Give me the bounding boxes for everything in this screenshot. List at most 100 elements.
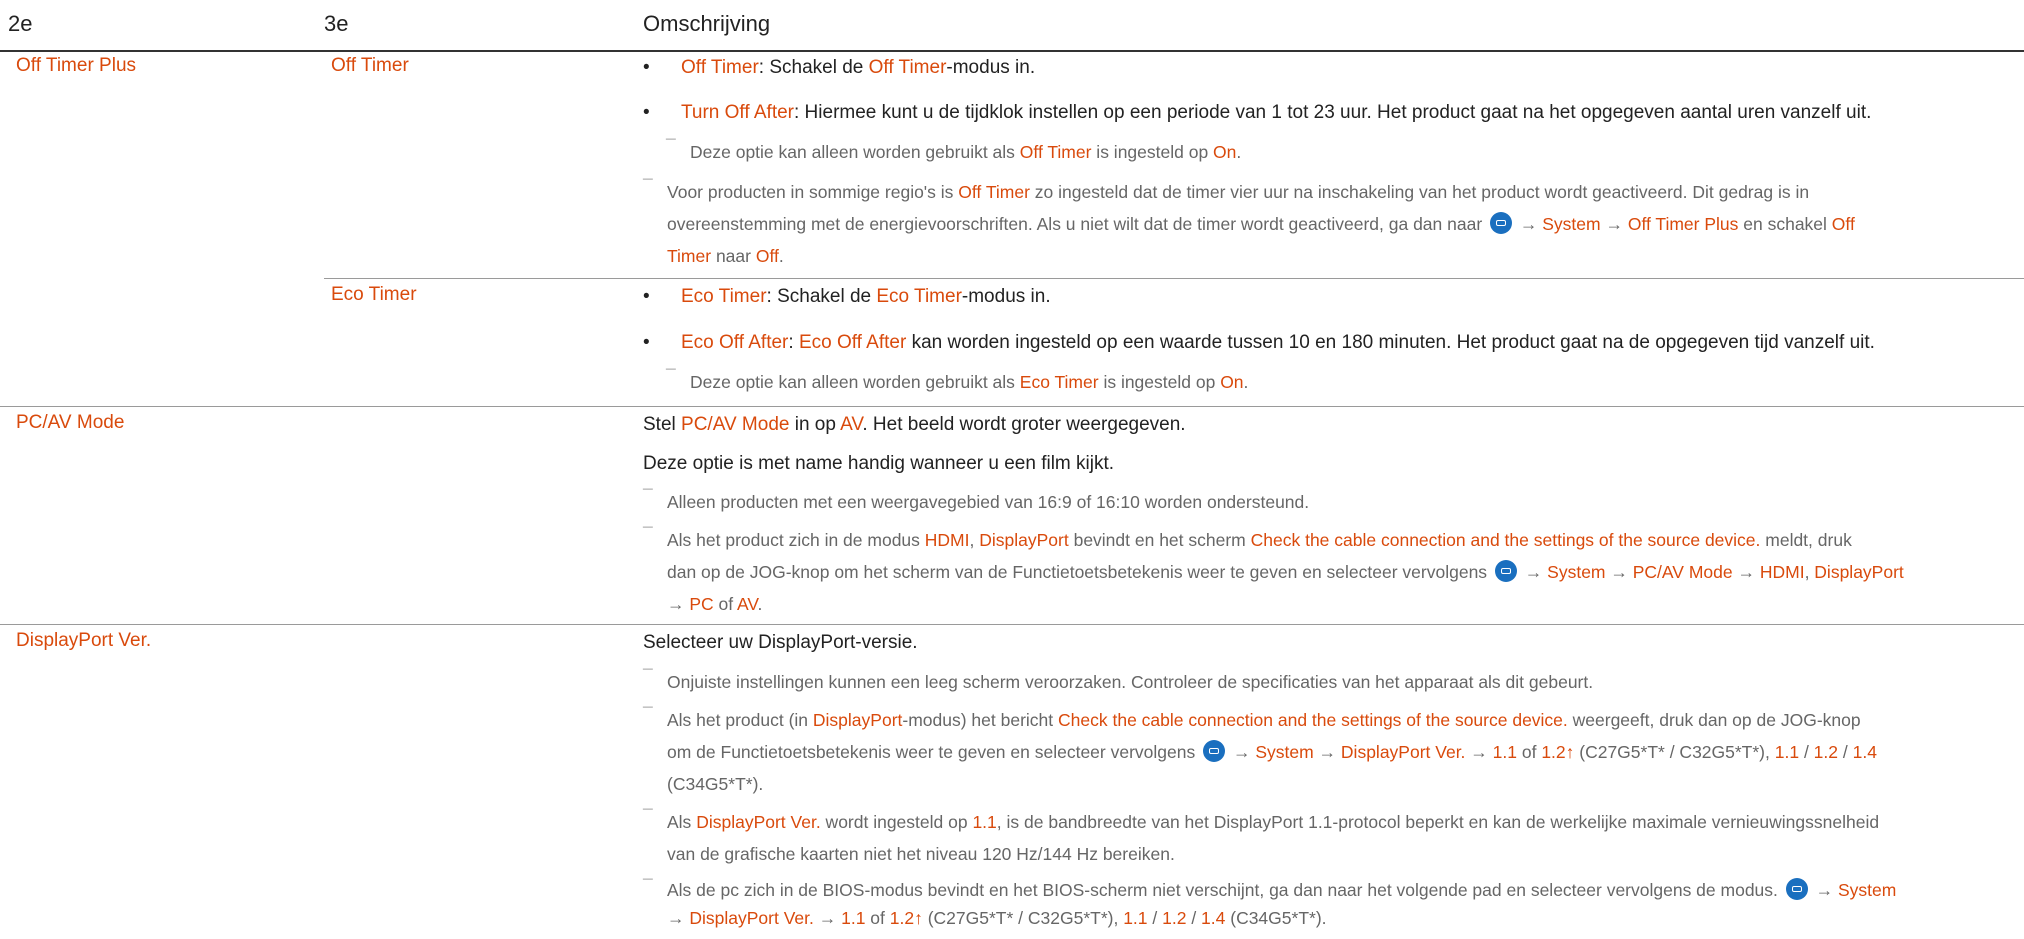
label-displayport-ver: DisplayPort Ver. <box>16 630 152 651</box>
term: DisplayPort <box>979 530 1069 550</box>
text: overeenstemming met de energievoorschrif… <box>667 214 1488 234</box>
text: : Schakel de <box>766 286 877 307</box>
note-dash-icon: ¯ <box>666 136 676 156</box>
term: AV <box>737 594 758 614</box>
arrow: → <box>1515 214 1543 234</box>
term: Off <box>755 246 779 266</box>
text: is ingesteld op <box>1098 372 1221 392</box>
text: wordt ingesteld op <box>820 812 973 832</box>
term: 1.2↑ <box>889 908 923 928</box>
text: naar <box>711 246 756 266</box>
table-header: 2e 3e Omschrijving <box>0 0 2024 52</box>
term: Check the cable connection and the setti… <box>1058 710 1568 730</box>
arrow: → <box>1732 562 1760 582</box>
bullet-dot: • <box>643 286 650 307</box>
text: Deze optie kan alleen worden gebruikt al… <box>690 372 1020 392</box>
text: . <box>1236 142 1242 162</box>
note-dash-icon: ¯ <box>643 806 653 826</box>
note-dash-icon: ¯ <box>643 486 653 506</box>
term: DisplayPort Ver. <box>696 812 821 832</box>
text: , <box>1804 562 1815 582</box>
arrow: → <box>1600 214 1628 234</box>
text: Deze optie kan alleen worden gebruikt al… <box>690 142 1020 162</box>
term: Check the cable connection and the setti… <box>1250 530 1761 550</box>
arrow: → <box>1519 562 1548 582</box>
text: (C34G5*T*). <box>667 774 764 794</box>
term: Off Timer <box>868 57 947 78</box>
divider <box>0 406 2024 407</box>
term: On <box>1213 142 1237 162</box>
text: / <box>1186 908 1202 928</box>
term: 1.1 <box>1492 742 1517 762</box>
text: Stel <box>643 414 682 435</box>
term: DisplayPort <box>812 710 903 730</box>
term: 1.1 <box>841 908 866 928</box>
text: , is de bandbreedte van het DisplayPort … <box>996 812 1880 832</box>
text: . <box>1243 372 1249 392</box>
text: . <box>757 594 763 614</box>
text: / <box>1147 908 1163 928</box>
pcav-paragraph-1: Stel PC/AV Mode in op AV. Het beeld word… <box>643 411 2013 438</box>
term: Off Timer <box>681 57 759 78</box>
note-dash-icon: ¯ <box>643 704 653 724</box>
arrow: → <box>667 908 690 928</box>
term: DisplayPort <box>1814 562 1904 582</box>
term: System <box>1255 742 1314 762</box>
term: Off Timer Plus <box>1627 214 1739 234</box>
term: Off <box>1831 214 1855 234</box>
term: Turn Off After <box>681 102 794 123</box>
text: (C27G5*T* / C32G5*T*), <box>1574 742 1775 762</box>
term: Eco Off After <box>681 332 789 353</box>
term: Timer <box>667 246 712 266</box>
term: Off Timer <box>958 182 1030 202</box>
header-col-2e: 2e <box>8 11 33 36</box>
header-col-3e: 3e <box>324 11 349 36</box>
menu-icon <box>1494 560 1517 582</box>
text: Als <box>667 812 697 832</box>
term: DisplayPort Ver. <box>1340 742 1466 762</box>
text: zo ingesteld dat de timer vier uur na in… <box>1029 182 1810 202</box>
text: : Hiermee kunt u de tijdklok instellen o… <box>794 102 1872 123</box>
arrow: → <box>667 594 690 614</box>
label-off-timer-plus: Off Timer Plus <box>16 55 137 76</box>
bullet-dot: • <box>643 102 650 123</box>
term: PC <box>689 594 714 614</box>
term: 1.2↑ <box>1541 742 1575 762</box>
text: is ingesteld op <box>1091 142 1214 162</box>
term: 1.4 <box>1852 742 1877 762</box>
text: of <box>865 908 890 928</box>
note-dash-icon: ¯ <box>643 524 653 544</box>
term: 1.2 <box>1813 742 1838 762</box>
text: -modus in. <box>946 57 1036 78</box>
term: 1.4 <box>1201 908 1226 928</box>
term: 1.1 <box>1123 908 1148 928</box>
text: / <box>1838 742 1853 762</box>
arrow: → <box>1465 742 1493 762</box>
arrow: → <box>1810 880 1838 900</box>
term: Eco Timer <box>876 286 962 307</box>
term: DisplayPort Ver. <box>689 908 814 928</box>
note-dash-icon: ¯ <box>643 176 653 196</box>
text: kan worden ingesteld op een waarde tusse… <box>906 332 1875 353</box>
term: 1.1 <box>972 812 997 832</box>
text: : Schakel de <box>758 57 869 78</box>
label-eco-timer: Eco Timer <box>331 284 417 305</box>
bullet-dot: • <box>643 332 650 353</box>
term: Off Timer <box>1019 142 1092 162</box>
divider <box>0 624 2024 625</box>
text: (C27G5*T* / C32G5*T*), <box>922 908 1124 928</box>
text: -modus in. <box>961 286 1051 307</box>
bullet-dot: • <box>643 57 650 78</box>
pcav-paragraph-2: Deze optie is met name handig wanneer u … <box>643 453 1115 474</box>
text: Als het product zich in de modus <box>667 530 925 550</box>
text: bevindt en het scherm <box>1068 530 1251 550</box>
text: of <box>713 594 738 614</box>
text: van de grafische kaarten niet het niveau… <box>667 844 1175 864</box>
term: Eco Timer <box>1019 372 1099 392</box>
text: . Het beeld wordt groter weergegeven. <box>862 414 1186 435</box>
term: 1.2 <box>1162 908 1187 928</box>
arrow: → <box>1313 742 1341 762</box>
term: AV <box>840 414 863 435</box>
text: in op <box>789 414 841 435</box>
text: en schakel <box>1738 214 1832 234</box>
